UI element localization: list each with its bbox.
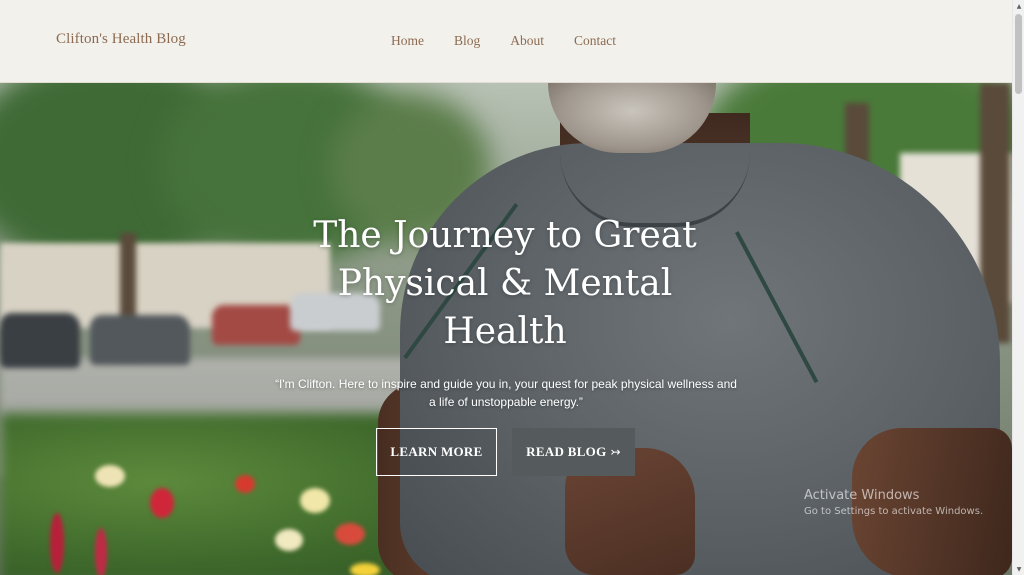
background-flower (50, 513, 64, 573)
read-blog-label: READ BLOG (526, 444, 607, 459)
brand-logo-link[interactable]: Clifton's Health Blog (56, 31, 186, 48)
background-flower (275, 529, 303, 551)
learn-more-label: LEARN MORE (390, 444, 483, 459)
background-flower (350, 563, 380, 575)
site-header: Clifton's Health Blog Home Blog About Co… (0, 0, 1012, 83)
activate-windows-watermark: Activate Windows Go to Settings to activ… (804, 488, 983, 520)
hero-title: The Journey to Great Physical & Mental H… (262, 212, 748, 356)
background-car (0, 313, 80, 368)
arrow-right-icon: ↣ (610, 445, 621, 459)
main-nav: Home Blog About Contact (391, 33, 646, 49)
nav-blog-link[interactable]: Blog (454, 33, 480, 49)
page-scrollbar[interactable]: ▲ ▼ (1012, 0, 1024, 575)
background-car (90, 315, 190, 365)
hero-subtitle: “I'm Clifton. Here to inspire and guide … (268, 375, 744, 411)
background-flower (235, 475, 255, 493)
hero-title-line: Physical & Mental (337, 263, 673, 304)
scroll-down-arrow-icon[interactable]: ▼ (1013, 563, 1024, 575)
watermark-subtitle: Go to Settings to activate Windows. (804, 506, 984, 517)
scroll-up-arrow-icon[interactable]: ▲ (1013, 0, 1024, 12)
background-flower (95, 465, 125, 487)
nav-contact-link[interactable]: Contact (574, 33, 616, 49)
background-flower (150, 488, 174, 518)
nav-about-link[interactable]: About (510, 33, 544, 49)
read-blog-button[interactable]: READ BLOG ↣ (512, 428, 635, 476)
scrollbar-thumb[interactable] (1015, 14, 1022, 94)
hero-subtitle-line: “I'm Clifton. Here to inspire and guide … (275, 377, 737, 391)
page: Clifton's Health Blog Home Blog About Co… (0, 0, 1024, 575)
learn-more-button[interactable]: LEARN MORE (376, 428, 497, 476)
hero-title-line: The Journey to Great (313, 215, 697, 256)
background-flower (95, 528, 107, 575)
watermark-title: Activate Windows (804, 488, 920, 503)
hero-title-line: Health (443, 311, 567, 352)
nav-home-link[interactable]: Home (391, 33, 424, 49)
hero-subtitle-line: a life of unstoppable energy.” (429, 395, 583, 409)
background-flower (335, 523, 365, 545)
background-flower (300, 488, 330, 513)
